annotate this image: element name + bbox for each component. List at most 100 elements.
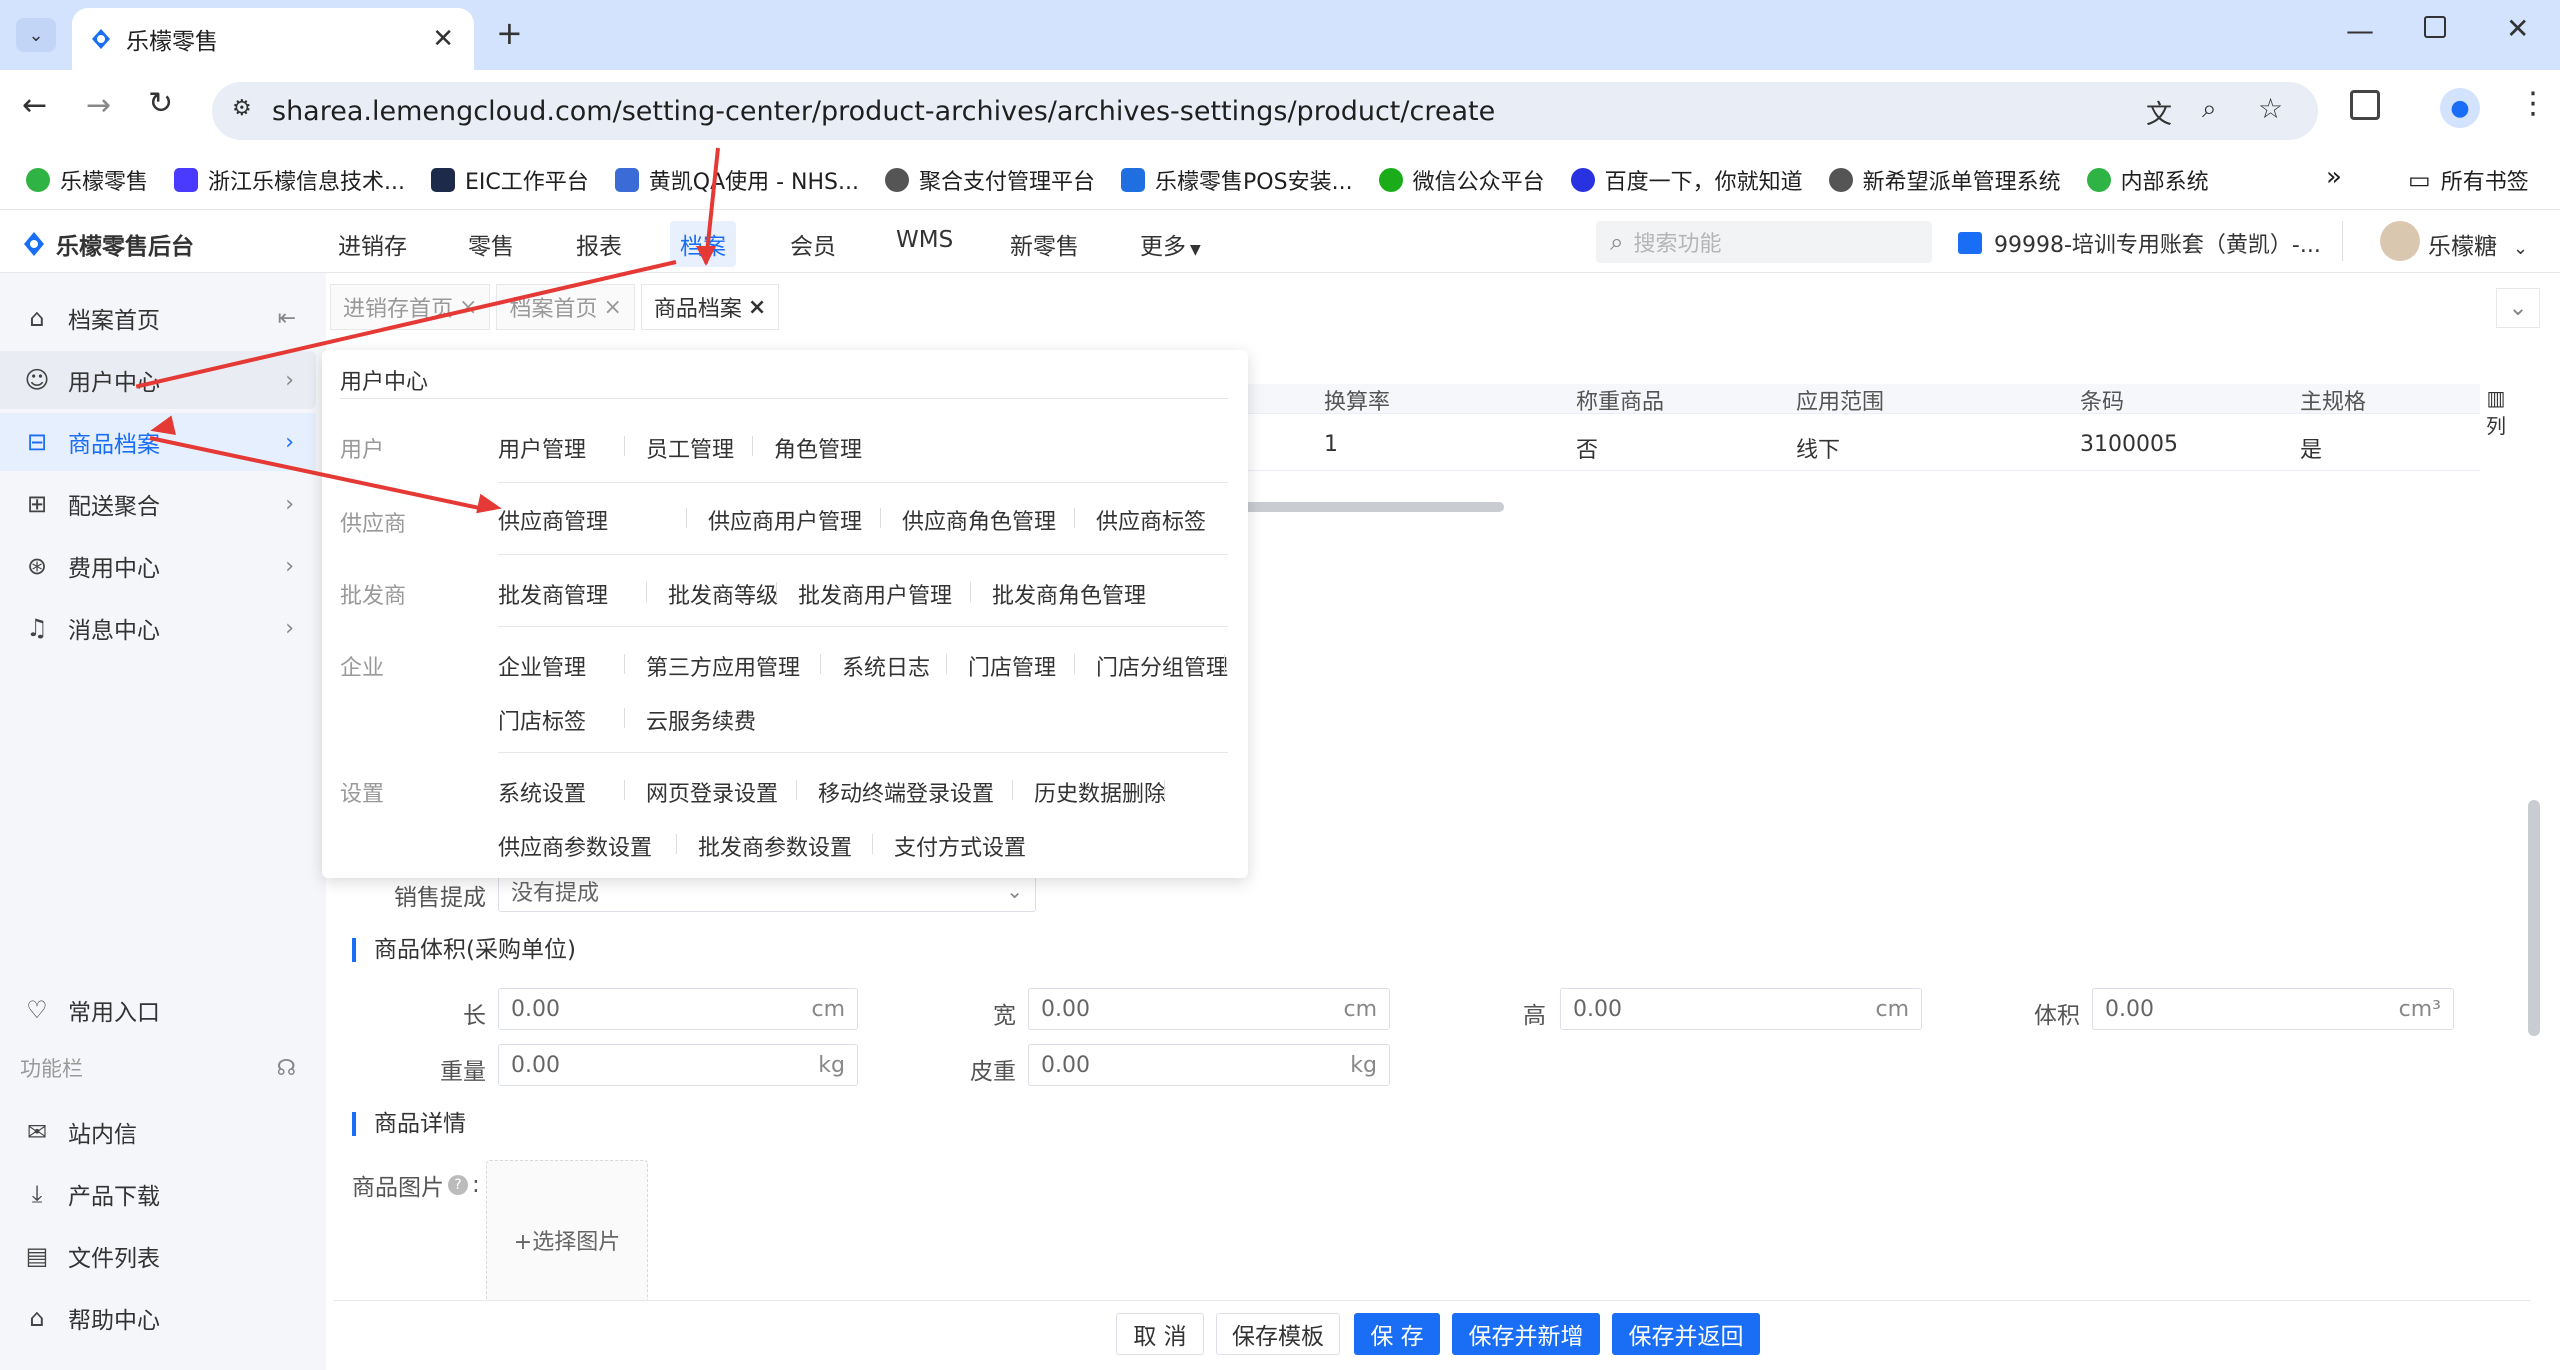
site-info-icon[interactable]: ⚙ (232, 96, 252, 121)
link-mobile-login-settings[interactable]: 移动终端登录设置 (818, 776, 994, 808)
save-button[interactable]: 保 存 (1354, 1313, 1440, 1355)
weight-input[interactable]: 0.00 kg (498, 1044, 858, 1086)
profile-avatar[interactable]: ● (2440, 88, 2480, 128)
sidebar-item-product-download[interactable]: ⤓ 产品下载 (0, 1165, 316, 1223)
close-window-button[interactable]: ✕ (2506, 12, 2529, 45)
link-system-log[interactable]: 系统日志 (842, 650, 930, 682)
back-icon[interactable]: ← (22, 88, 47, 123)
width-input[interactable]: 0.00 cm (1028, 988, 1390, 1030)
link-supplier-param-settings[interactable]: 供应商参数设置 (498, 830, 652, 862)
link-supplier-user-management[interactable]: 供应商用户管理 (708, 504, 862, 536)
sidebar-item-fee-center[interactable]: ⊛ 费用中心 › (0, 537, 316, 595)
collapse-sidebar-icon[interactable]: ⇤ (278, 306, 296, 331)
link-store-group-management[interactable]: 门店分组管理 (1096, 650, 1228, 682)
function-search-input[interactable]: ⌕ 搜索功能 (1596, 221, 1932, 263)
link-role-management[interactable]: 角色管理 (774, 432, 862, 464)
sidebar-item-file-list[interactable]: ▤ 文件列表 (0, 1227, 316, 1285)
nav-more[interactable]: 更多 ▼ (1140, 227, 1201, 261)
sidebar-item-archives-home[interactable]: ⌂ 档案首页 ⇤ (0, 289, 316, 347)
link-wholesaler-param-settings[interactable]: 批发商参数设置 (698, 830, 852, 862)
vertical-scrollbar[interactable] (2528, 800, 2540, 1036)
link-store-tags[interactable]: 门店标签 (498, 704, 586, 736)
bookmark-item[interactable]: 黄凯QA使用 - NHS... (614, 164, 859, 196)
restore-button[interactable] (2424, 16, 2446, 38)
browser-tab[interactable]: 乐檬零售 ✕ (72, 8, 474, 70)
link-wholesaler-role-management[interactable]: 批发商角色管理 (992, 578, 1146, 610)
link-enterprise-management[interactable]: 企业管理 (498, 650, 586, 682)
nav-lingshou[interactable]: 零售 (468, 227, 514, 261)
sidebar-item-help-center[interactable]: ⌂ 帮助中心 (0, 1289, 316, 1347)
close-icon[interactable]: × (603, 295, 621, 320)
link-wholesaler-management[interactable]: 批发商管理 (498, 578, 608, 610)
close-tab-icon[interactable]: ✕ (432, 24, 454, 54)
bookmark-item[interactable]: EIC工作平台 (431, 164, 589, 196)
save-and-new-button[interactable]: 保存并新增 (1452, 1313, 1600, 1355)
volume-input[interactable]: 0.00 cm³ (2092, 988, 2454, 1030)
link-payment-method-settings[interactable]: 支付方式设置 (894, 830, 1026, 862)
bookmark-item[interactable]: 聚合支付管理平台 (885, 164, 1095, 196)
link-history-data-delete[interactable]: 历史数据删除 (1034, 776, 1166, 808)
length-input[interactable]: 0.00 cm (498, 988, 858, 1030)
user-avatar[interactable] (2380, 221, 2420, 261)
save-template-button[interactable]: 保存模板 (1216, 1313, 1340, 1355)
sidebar-item-site-message[interactable]: ✉ 站内信 (0, 1103, 316, 1161)
page-tab-product-archives[interactable]: 商品档案 × (640, 284, 780, 330)
cancel-button[interactable]: 取 消 (1116, 1313, 1204, 1355)
bookmark-item[interactable]: 乐檬零售POS安装... (1121, 164, 1353, 196)
nav-wms[interactable]: WMS (896, 227, 953, 253)
tab-search-button[interactable]: ⌄ (16, 18, 56, 52)
more-bookmarks-button[interactable]: » (2326, 162, 2342, 192)
help-icon[interactable]: ? (448, 1175, 468, 1195)
link-store-management[interactable]: 门店管理 (968, 650, 1056, 682)
link-supplier-tags[interactable]: 供应商标签 (1096, 504, 1206, 536)
link-staff-management[interactable]: 员工管理 (646, 432, 734, 464)
close-icon[interactable]: × (748, 295, 766, 320)
link-cloud-service-renewal[interactable]: 云服务续费 (646, 704, 756, 736)
link-wholesaler-level[interactable]: 批发商等级 (668, 578, 778, 610)
link-user-management[interactable]: 用户管理 (498, 432, 586, 464)
nav-huiyuan[interactable]: 会员 (790, 227, 836, 261)
link-supplier-role-management[interactable]: 供应商角色管理 (902, 504, 1056, 536)
bookmark-item[interactable]: 内部系统 (2086, 164, 2209, 196)
choose-image-button[interactable]: +选择图片 (486, 1160, 648, 1320)
link-supplier-management[interactable]: 供应商管理 (498, 504, 608, 536)
reload-icon[interactable]: ↻ (148, 86, 173, 121)
bookmark-star-icon[interactable]: ☆ (2258, 92, 2283, 125)
nav-baobiao[interactable]: 报表 (576, 227, 622, 261)
column-setting-button[interactable]: ▥ 列 (2482, 384, 2510, 470)
link-system-settings[interactable]: 系统设置 (498, 776, 586, 808)
bookmark-item[interactable]: 乐檬零售 (26, 164, 148, 196)
page-tab-archives-home[interactable]: 档案首页 × (496, 284, 635, 330)
horizontal-scrollbar[interactable] (1240, 502, 1504, 512)
nav-jinxiaocun[interactable]: 进销存 (338, 227, 407, 261)
account-selector[interactable]: 99998-培训专用账套（黄凯）-... (1958, 227, 2321, 259)
sidebar-item-common-entry[interactable]: ♡ 常用入口 (0, 981, 316, 1039)
extensions-icon[interactable] (2350, 90, 2380, 120)
bookmark-item[interactable]: 微信公众平台 (1378, 164, 1545, 196)
nav-xinlingshou[interactable]: 新零售 (1010, 227, 1079, 261)
tare-input[interactable]: 0.00 kg (1028, 1044, 1390, 1086)
sidebar-item-message-center[interactable]: ♫ 消息中心 › (0, 599, 316, 657)
save-and-return-button[interactable]: 保存并返回 (1612, 1313, 1760, 1355)
bookmark-item[interactable]: 浙江乐檬信息技术... (174, 164, 405, 196)
sidebar-item-delivery[interactable]: ⊞ 配送聚合 › (0, 475, 316, 533)
app-logo[interactable]: 乐檬零售后台 (22, 227, 194, 261)
bookmark-item[interactable]: 新希望派单管理系统 (1828, 164, 2061, 196)
height-input[interactable]: 0.00 cm (1560, 988, 1922, 1030)
all-bookmarks-button[interactable]: ▭ 所有书签 (2408, 164, 2529, 196)
address-bar[interactable]: ⚙ sharea.lemengcloud.com/setting-center/… (212, 82, 2318, 140)
link-web-login-settings[interactable]: 网页登录设置 (646, 776, 778, 808)
new-tab-button[interactable]: + (496, 14, 523, 52)
table-cell: 是 (2300, 438, 2323, 463)
browser-menu-icon[interactable]: ⋮ (2518, 86, 2548, 121)
minimize-button[interactable]: — (2346, 14, 2374, 47)
zoom-icon[interactable]: ⌕ (2202, 94, 2217, 125)
headset-icon[interactable]: ☊ (276, 1056, 296, 1081)
forward-icon[interactable]: → (86, 88, 111, 123)
link-third-party-app-management[interactable]: 第三方应用管理 (646, 650, 800, 682)
user-menu[interactable]: 乐檬糖 ⌄ (2428, 227, 2528, 261)
tabs-dropdown-icon[interactable]: ⌄ (2496, 288, 2540, 328)
link-wholesaler-user-management[interactable]: 批发商用户管理 (798, 578, 952, 610)
translate-icon[interactable]: 文 (2146, 94, 2172, 131)
bookmark-item[interactable]: 百度一下，你就知道 (1570, 164, 1803, 196)
